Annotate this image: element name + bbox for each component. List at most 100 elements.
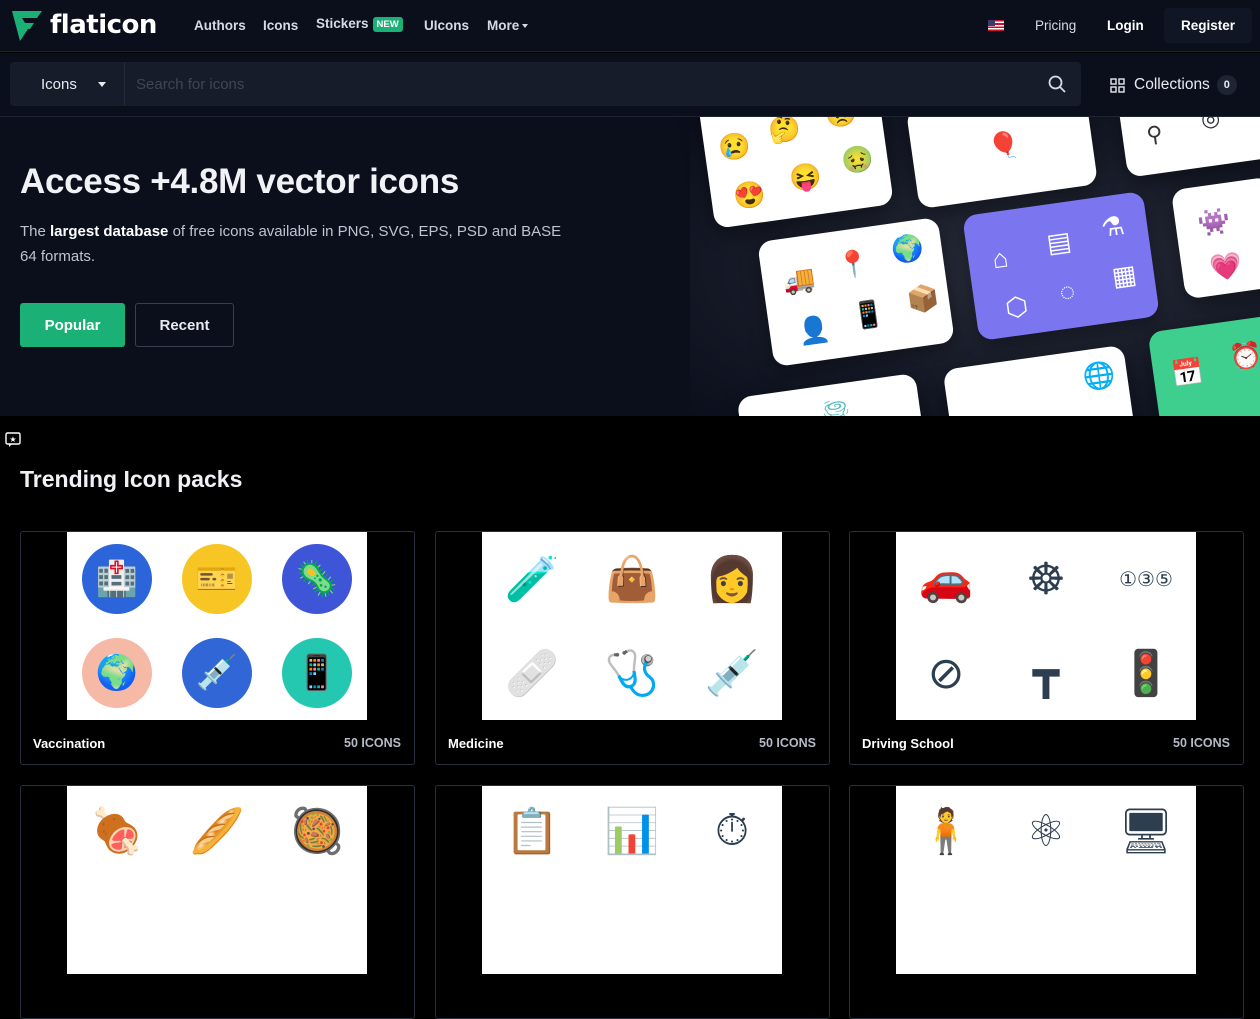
caret-down-icon bbox=[522, 24, 529, 28]
calendar-icon: 📅 bbox=[1169, 355, 1206, 390]
nav-stickers-label: Stickers bbox=[316, 16, 369, 31]
nav-icons[interactable]: Icons bbox=[263, 18, 298, 33]
hero-subtitle: The largest database of free icons avail… bbox=[20, 219, 580, 269]
gear-shift-icon: ①③⑤ bbox=[1119, 568, 1173, 591]
nurse-icon: 👩 bbox=[704, 555, 760, 604]
sticker-card: 👾 💗 bbox=[1170, 176, 1260, 300]
recent-button[interactable]: Recent bbox=[135, 303, 234, 347]
stopwatch-icon: ⏱ bbox=[714, 806, 750, 855]
popular-button[interactable]: Popular bbox=[20, 303, 125, 347]
globe-icon: 🌍 bbox=[889, 231, 926, 266]
nav-more-label: More bbox=[487, 18, 520, 33]
pack-card-food[interactable]: 🍖 🥖 🥘 bbox=[20, 785, 415, 1019]
tongue-face-icon: 😝 bbox=[787, 159, 824, 194]
logistics-card: 🚚 📍 🌍 👤 📱 📦 bbox=[757, 216, 955, 368]
bandaged-arm-icon: 🩹 bbox=[504, 649, 560, 698]
pack-preview: 📋 📊 ⏱ bbox=[482, 786, 782, 974]
cube-icon: ⬡ bbox=[1003, 290, 1030, 324]
sick-face-icon: 🤢 bbox=[839, 142, 876, 177]
thinking-face-icon: 🤔 bbox=[766, 117, 803, 147]
cloud-globe-icon: 🌐 bbox=[1080, 358, 1118, 393]
pack-name: Driving School bbox=[862, 736, 954, 751]
hospital-icon: 🏥 bbox=[82, 544, 152, 614]
pack-card-medicine[interactable]: 🧪 👜 👩 🩹 🩺 💉 Medicine 50 ICONS bbox=[435, 531, 830, 765]
collections-count-badge: 0 bbox=[1216, 75, 1237, 95]
steering-wheel-icon: ☸ bbox=[1026, 554, 1066, 604]
flask-icon: ⚗ bbox=[1099, 209, 1127, 243]
pack-count: 50 ICONS bbox=[344, 736, 401, 750]
us-flag-icon[interactable] bbox=[988, 20, 1004, 31]
blackboard-icon: 🖥 bbox=[1118, 807, 1174, 856]
search-box: Icons bbox=[10, 62, 1081, 106]
pack-card-driving-school[interactable]: 🚗 ☸ ①③⑤ ⊘ ┳ 🚦 Driving School 50 ICONS bbox=[849, 531, 1244, 765]
pack-card-vaccination[interactable]: 🏥 🎫 🦠 🌍 💉 📱 Vaccination 50 ICONS bbox=[20, 531, 415, 765]
pack-count: 50 ICONS bbox=[1173, 736, 1230, 750]
road-junction-icon: ┳ bbox=[1032, 648, 1060, 698]
search-icon[interactable] bbox=[1048, 75, 1066, 93]
delivery-truck-icon: 🚚 bbox=[780, 262, 818, 297]
search-type-label: Icons bbox=[41, 75, 77, 93]
location-pin-icon: 📍 bbox=[835, 247, 872, 282]
atom-icon: ⚛ bbox=[1026, 806, 1066, 856]
book-icon: ▤ bbox=[1044, 225, 1074, 259]
nav-stickers[interactable]: Stickers NEW bbox=[316, 16, 403, 32]
education-card: ⌂ ▤ ⚗ ⬡ ◌ ▦ bbox=[962, 190, 1160, 342]
hand-truck-icon: 📦 bbox=[904, 281, 941, 316]
shopping-bag-icon: 🛍 bbox=[931, 142, 969, 177]
calendar-card: 📅 ⏰ bbox=[1147, 314, 1260, 416]
document-icon: ▦ bbox=[1109, 258, 1139, 292]
caret-down-icon bbox=[97, 81, 106, 87]
pack-card-education[interactable]: 🧍 ⚛ 🖥 bbox=[849, 785, 1244, 1019]
alarm-icon: ⏰ bbox=[1227, 339, 1260, 374]
world-medicine-icon: 🌍 bbox=[82, 638, 152, 708]
pack-name: Medicine bbox=[448, 736, 504, 751]
register-button[interactable]: Register bbox=[1164, 8, 1252, 43]
search-bar-row: Icons Collections 0 bbox=[0, 53, 1260, 117]
cloud-upload-icon: ☁ bbox=[964, 391, 995, 416]
heart-face-icon: 💗 bbox=[1208, 249, 1245, 284]
tool-icon: ⚲ bbox=[1144, 120, 1165, 148]
phone-certificate-icon: 📱 bbox=[282, 638, 352, 708]
hero-title: Access +4.8M vector icons bbox=[20, 162, 459, 201]
learner-car-icon: 🚗 bbox=[918, 555, 974, 604]
flaticon-logo-icon bbox=[12, 11, 42, 41]
warning-icon: ⚠ bbox=[1024, 375, 1052, 409]
hot-air-balloon-icon: 🎈 bbox=[985, 128, 1023, 163]
compass-icon: ◎ bbox=[1199, 117, 1222, 132]
pack-name: Vaccination bbox=[33, 736, 106, 751]
anatomy-icon: 🧍 bbox=[918, 807, 974, 856]
grid-icon bbox=[1110, 77, 1125, 93]
pack-preview: 🏥 🎫 🦠 🌍 💉 📱 bbox=[67, 532, 367, 720]
strategy-board-icon: 📋 bbox=[504, 807, 560, 856]
crying-face-icon: 😢 bbox=[716, 129, 753, 164]
virus-icon: 🦠 bbox=[282, 544, 352, 614]
flaticon-logo[interactable]: flaticon bbox=[10, 9, 157, 41]
user-refresh-icon: 👤 bbox=[795, 313, 833, 348]
new-badge: NEW bbox=[372, 17, 403, 32]
pack-preview: 🚗 ☸ ①③⑤ ⊘ ┳ 🚦 bbox=[896, 532, 1196, 720]
nav-uicons[interactable]: UIcons bbox=[424, 18, 469, 33]
cute-monster-icon: 👾 bbox=[1195, 204, 1232, 239]
search-input[interactable] bbox=[136, 72, 1016, 96]
stethoscope-icon: 🩺 bbox=[604, 649, 660, 698]
ham-leg-icon: 🍖 bbox=[89, 807, 145, 856]
pack-card-business[interactable]: 📋 📊 ⏱ bbox=[435, 785, 830, 1019]
paella-icon: 🥘 bbox=[289, 807, 345, 856]
feedback-icon[interactable]: ★ bbox=[5, 432, 21, 448]
apple-icon: ◌ bbox=[1057, 275, 1078, 308]
mountain-icon: ⛰ bbox=[1040, 117, 1067, 148]
nav-pricing[interactable]: Pricing bbox=[1035, 18, 1076, 33]
pack-preview: 🍖 🥖 🥘 bbox=[67, 786, 367, 974]
seatbelt-icon: ⊘ bbox=[927, 648, 965, 698]
collections-button[interactable]: Collections 0 bbox=[1110, 75, 1237, 95]
pack-preview: 🧍 ⚛ 🖥 bbox=[896, 786, 1196, 974]
search-type-dropdown[interactable]: Icons bbox=[10, 62, 125, 106]
hero-banner: Access +4.8M vector icons The largest da… bbox=[0, 117, 1260, 416]
pack-preview: 🧪 👜 👩 🩹 🩺 💉 bbox=[482, 532, 782, 720]
nav-more[interactable]: More bbox=[487, 18, 529, 33]
tornado-icon: 🌪 bbox=[817, 396, 855, 416]
school-icon: ⌂ bbox=[990, 242, 1011, 275]
login-link[interactable]: Login bbox=[1107, 18, 1144, 33]
nav-authors[interactable]: Authors bbox=[194, 18, 246, 33]
test-tube-icon: 🧪 bbox=[504, 555, 560, 604]
